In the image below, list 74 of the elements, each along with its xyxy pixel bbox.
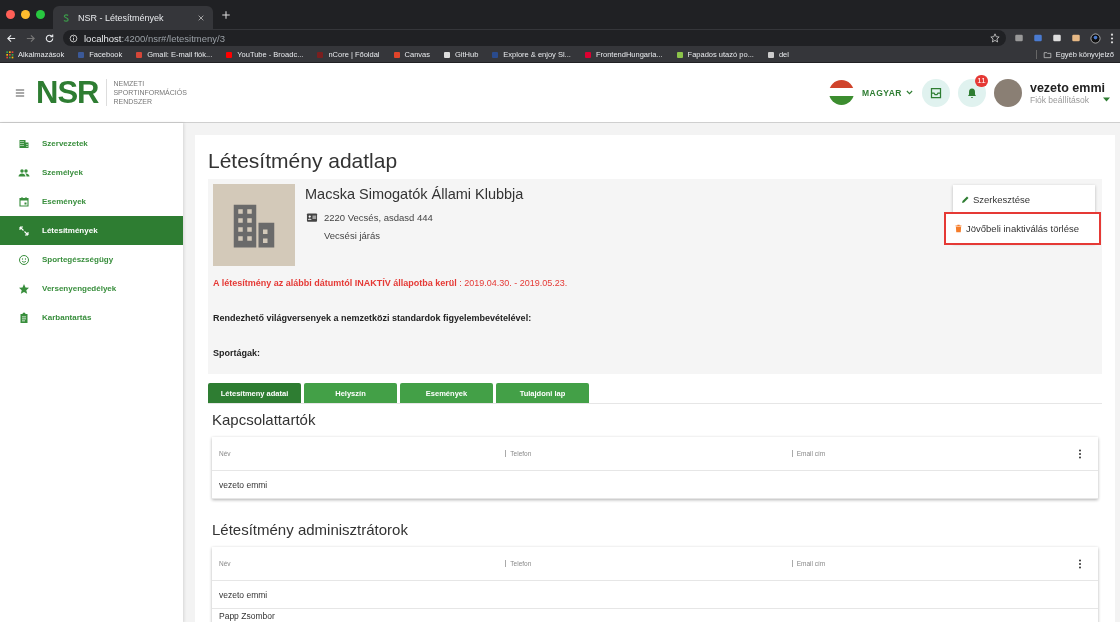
sidebar-item[interactable]: Versenyengedélyek	[0, 274, 183, 303]
notifications-button[interactable]: 11	[957, 78, 986, 107]
bookmark-favicon	[135, 50, 144, 59]
account-settings-link[interactable]: Fiók beállítások	[1029, 94, 1089, 105]
folder-icon	[1042, 50, 1052, 59]
trash-icon	[954, 224, 963, 233]
star-icon	[18, 282, 30, 295]
bookmark-favicon	[392, 50, 401, 59]
clipboard-icon	[18, 311, 30, 324]
window-control-dot[interactable]	[36, 10, 45, 19]
section-title: Létesítmény adminisztrátorok	[212, 521, 409, 538]
window-control-dot[interactable]	[6, 10, 15, 19]
facility-district: Vecsési járás	[324, 230, 381, 241]
bell-icon	[965, 86, 978, 99]
tab-title: NSR - Létesítmények	[78, 12, 165, 23]
close-icon	[197, 13, 205, 22]
menu-icon	[14, 87, 26, 98]
bookmark-favicon	[583, 50, 592, 59]
reload-icon	[44, 32, 55, 44]
browser-tab[interactable]: NSR - Létesítmények	[53, 6, 213, 29]
table-cell: vezeto emmi	[219, 589, 268, 600]
sidebar-item[interactable]: Szervezetek	[0, 129, 183, 158]
bookmark-favicon	[316, 50, 325, 59]
sidebar-item[interactable]: Karbantartás	[0, 303, 183, 332]
bookmark-favicon	[491, 50, 500, 59]
inactive-warning: A létesítmény az alábbi dátumtól INAKTÍV állapotba kerül : 2019.04.30. - 2019.05.23.	[213, 278, 569, 288]
bookmark-favicon	[443, 50, 451, 59]
url-text: localhost:4200/nsr#/letesitmeny/3	[84, 32, 225, 44]
avatar-placeholder[interactable]	[993, 78, 1022, 107]
notification-badge: 11	[974, 74, 988, 87]
table-cell: Papp Zsombor	[219, 611, 275, 621]
calendar-icon	[18, 195, 30, 208]
field-label: Rendezhető világversenyek a nemzetközi standardok figyelembevételével:	[213, 313, 533, 323]
people-icon	[18, 166, 30, 179]
building-icon	[18, 137, 30, 150]
pencil-icon	[961, 194, 970, 204]
sidebar-item[interactable]: Létesítmények	[0, 216, 183, 245]
sidebar-item[interactable]: Sportegészségügy	[0, 245, 183, 274]
apps-grid-icon	[6, 50, 14, 59]
field-label: Sportágak:	[213, 348, 261, 358]
bookmark-favicon	[225, 50, 234, 59]
more-options-icon	[1078, 558, 1082, 569]
facility-address: 2220 Vecsés, asdasd 444	[324, 212, 433, 223]
s-logo-icon	[61, 12, 71, 23]
nsr-logo[interactable]: NSR	[36, 74, 99, 111]
bookmark-favicon	[766, 50, 775, 59]
table-cell: vezeto emmi	[219, 479, 268, 490]
kebab-menu-icon	[1110, 32, 1114, 44]
more-options-icon	[1078, 448, 1082, 459]
profile-icon	[1090, 32, 1101, 44]
user-name: vezeto emmi	[1029, 80, 1106, 95]
smiley-icon	[18, 253, 30, 266]
chevron-down-icon	[904, 88, 914, 97]
facility-name: Macska Simogatók Állami Klubbja	[305, 186, 524, 202]
sidebar-item[interactable]: Események	[0, 187, 183, 216]
menu-action[interactable]: Szerkesztése	[953, 185, 1095, 213]
inbox-icon	[929, 86, 942, 99]
info-icon	[69, 33, 78, 43]
expand-arrows-icon	[18, 224, 30, 237]
forward-arrow-icon	[25, 32, 36, 44]
address-bar[interactable]: localhost:4200/nsr#/letesitmeny/3	[63, 30, 1006, 46]
star-icon	[990, 33, 1000, 43]
address-card-icon	[305, 212, 319, 223]
sidebar-item[interactable]: Személyek	[0, 158, 183, 187]
inbox-button[interactable]	[921, 78, 950, 107]
plus-icon	[221, 9, 231, 20]
back-arrow-icon	[6, 32, 17, 44]
bookmark-favicon	[77, 50, 86, 59]
window-control-dot[interactable]	[21, 10, 30, 19]
language-selector[interactable]: MAGYAR	[861, 87, 914, 98]
bookmark-favicon	[675, 50, 684, 59]
section-title: Kapcsolattartók	[212, 411, 317, 428]
page-title: Létesítmény adatlap	[208, 149, 399, 173]
caret-down-icon	[1103, 97, 1110, 102]
